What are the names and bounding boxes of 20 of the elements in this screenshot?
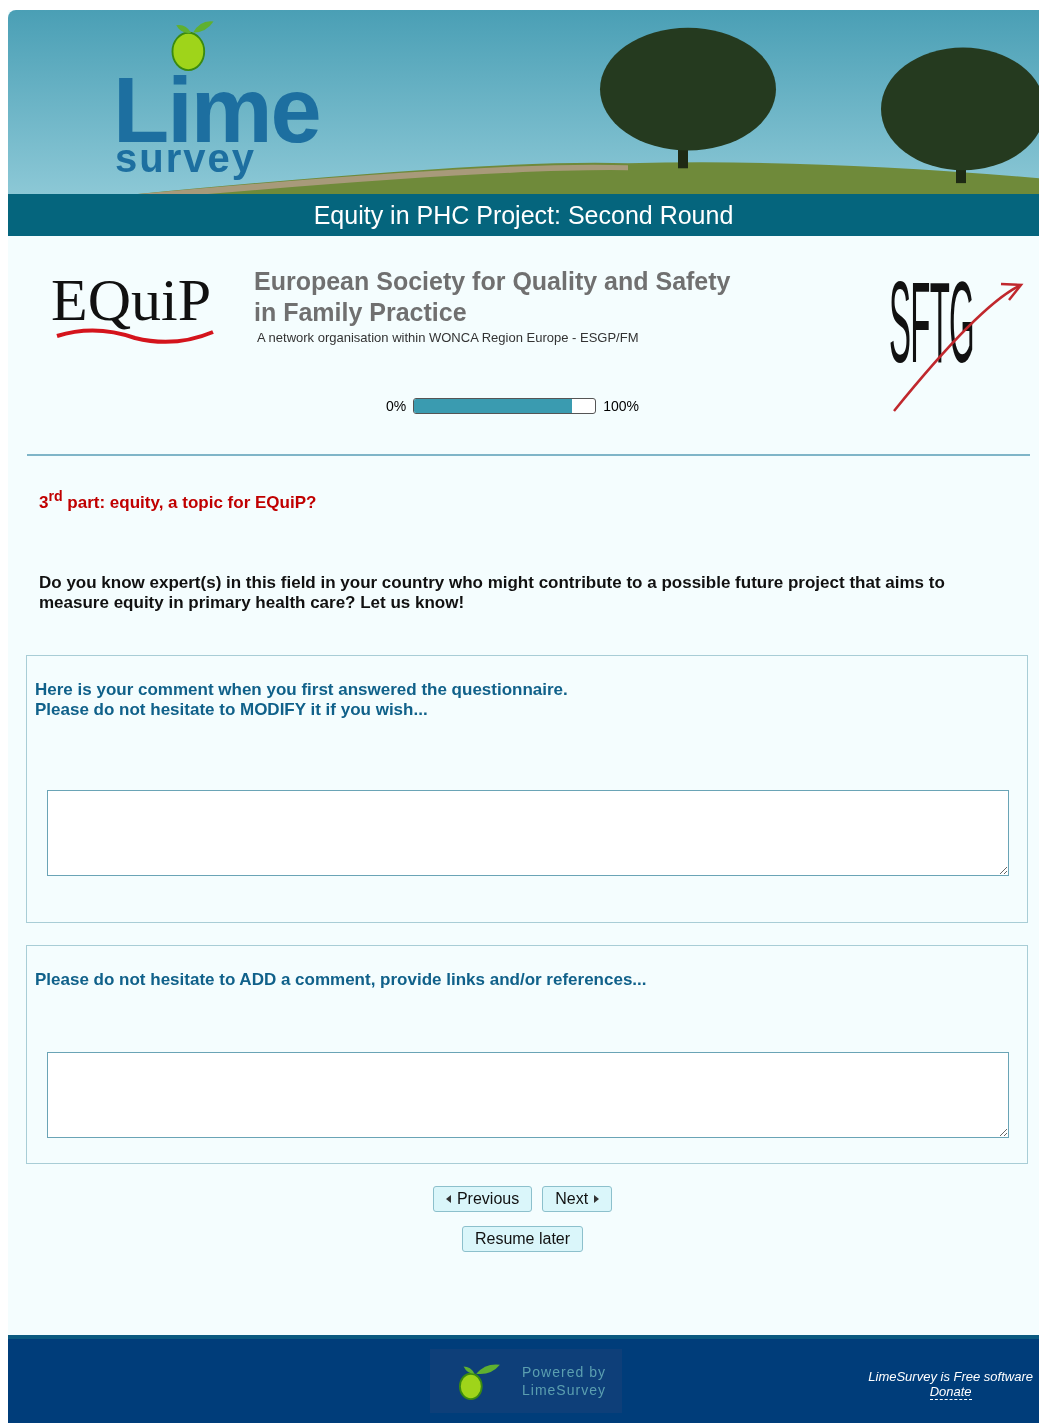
question-text: Please do not hesitate to ADD a comment, provide links and/or references... xyxy=(35,969,648,991)
section-title: 3$^{rd}$ part: equity, a topic for EQuiP? xyxy=(39,488,318,513)
powered-by-badge[interactable]: Powered by LimeSurvey xyxy=(430,1349,622,1413)
question-text: Here is your comment when you first answered the questionnaire. Please do not hesitate to MODIFY it if you wish... xyxy=(35,679,569,721)
donate-link[interactable]: Donate xyxy=(929,1384,972,1400)
intro-text: Do you know expert(s) in this field in your country who might contribute to a possible future project that aims to measure equity in primary health care? Let us know! xyxy=(39,572,946,613)
comment-field[interactable] xyxy=(47,1051,1009,1138)
society-tagline: A network organisation within WONCA Region Europe - ESGP/FM xyxy=(257,330,640,345)
lime-icon xyxy=(456,1361,502,1401)
previous-button[interactable]: Previous xyxy=(432,1185,533,1212)
next-button[interactable]: Next xyxy=(542,1185,613,1212)
progress-end-label: 100% xyxy=(603,398,639,414)
society-name: European Society for Quality and Safety in Family Practice xyxy=(254,266,731,328)
free-software-note: LimeSurvey is Free software xyxy=(868,1369,1033,1384)
survey-title: Equity in PHC Project: Second Round xyxy=(313,200,734,230)
equip-logo: EQuiP xyxy=(51,266,221,356)
sftg-logo: SFTG xyxy=(889,266,1029,416)
resume-later-button[interactable]: Resume later xyxy=(461,1225,584,1252)
progress-start-label: 0% xyxy=(385,398,407,414)
comment-field[interactable] xyxy=(47,789,1009,876)
